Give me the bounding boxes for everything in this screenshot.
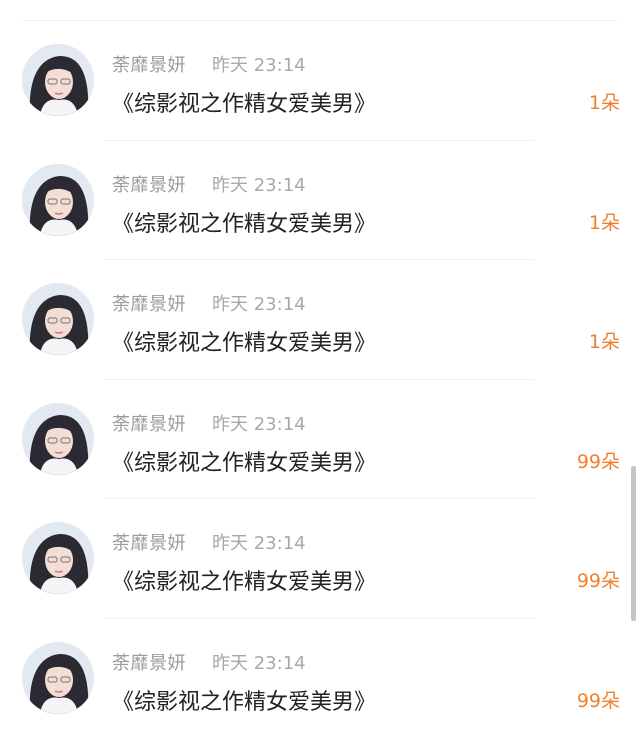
sender-name[interactable]: 荼靡景妍 [112, 649, 186, 675]
timestamp: 昨天 23:14 [212, 533, 306, 554]
list-item[interactable]: 荼靡景妍 昨天 23:14 《综影视之作精女爱美男》 1朵 [0, 21, 640, 141]
user-avatar-icon [22, 402, 94, 475]
gift-amount: 99朵 [576, 570, 620, 592]
list-item[interactable]: 荼靡景妍 昨天 23:14 《综影视之作精女爱美男》 1朵 [0, 141, 640, 260]
gift-amount: 99朵 [576, 689, 620, 712]
user-avatar-icon [22, 163, 94, 236]
timestamp: 昨天 23:14 [212, 652, 306, 674]
book-title[interactable]: 《综影视之作精女爱美男》 [112, 86, 376, 118]
avatar[interactable] [22, 641, 94, 714]
avatar[interactable] [22, 163, 94, 236]
list-item[interactable]: 荼靡景妍 昨天 23:14 《综影视之作精女爱美男》 99朵 [0, 380, 640, 499]
user-avatar-icon [22, 522, 94, 594]
user-avatar-icon [22, 283, 94, 355]
sender-name[interactable]: 荼靡景妍 [112, 290, 186, 316]
book-title[interactable]: 《综影视之作精女爱美男》 [112, 684, 376, 716]
book-title[interactable]: 《综影视之作精女爱美男》 [112, 445, 376, 477]
scrollbar-thumb[interactable] [631, 466, 636, 621]
avatar[interactable] [22, 44, 94, 116]
sender-name[interactable]: 荼靡景妍 [112, 410, 186, 436]
avatar[interactable] [22, 522, 94, 594]
gift-amount: 1朵 [588, 211, 620, 234]
avatar[interactable] [22, 283, 94, 355]
gift-message-list[interactable]: 荼靡景妍 昨天 23:14 《综影视之作精女爱美男》 1朵 荼靡景妍 昨天 23… [0, 21, 640, 735]
timestamp: 昨天 23:14 [212, 413, 306, 435]
list-item[interactable]: 荼靡景妍 昨天 23:14 《综影视之作精女爱美男》 99朵 [0, 619, 640, 735]
gift-amount: 1朵 [588, 92, 620, 114]
timestamp: 昨天 23:14 [212, 174, 306, 196]
timestamp: 昨天 23:14 [212, 55, 306, 76]
book-title[interactable]: 《综影视之作精女爱美男》 [112, 325, 376, 357]
sender-name[interactable]: 荼靡景妍 [112, 171, 186, 197]
list-item[interactable]: 荼靡景妍 昨天 23:14 《综影视之作精女爱美男》 1朵 [0, 260, 640, 380]
book-title[interactable]: 《综影视之作精女爱美男》 [112, 206, 376, 238]
book-title[interactable]: 《综影视之作精女爱美男》 [112, 564, 376, 596]
list-item[interactable]: 荼靡景妍 昨天 23:14 《综影视之作精女爱美男》 99朵 [0, 499, 640, 619]
user-avatar-icon [22, 44, 94, 116]
avatar[interactable] [22, 402, 94, 475]
gift-amount: 99朵 [576, 450, 620, 473]
sender-name[interactable]: 荼靡景妍 [112, 51, 186, 77]
user-avatar-icon [22, 641, 94, 714]
sender-name[interactable]: 荼靡景妍 [112, 529, 186, 555]
timestamp: 昨天 23:14 [212, 294, 306, 315]
gift-amount: 1朵 [588, 331, 620, 353]
